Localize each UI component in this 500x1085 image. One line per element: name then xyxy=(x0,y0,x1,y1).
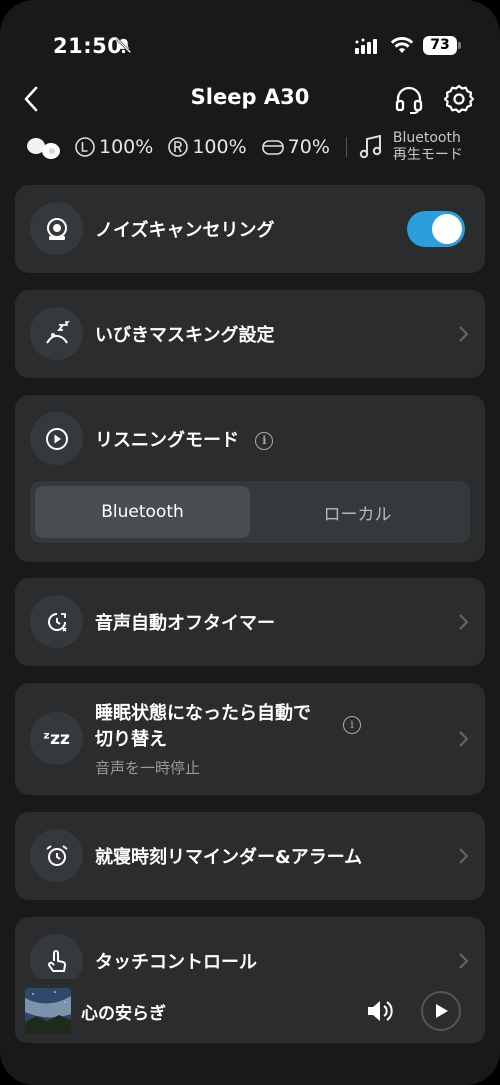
snore-masking-card[interactable]: いびきマスキング設定 xyxy=(15,290,485,378)
noise-cancel-glyph xyxy=(46,217,67,240)
earbuds-icon xyxy=(27,138,60,159)
left-earbud-icon xyxy=(75,137,95,157)
noise-cancel-toggle[interactable] xyxy=(407,211,465,247)
listening-mode-icon xyxy=(30,412,83,465)
info-icon[interactable]: i xyxy=(343,716,361,734)
audio-timer-card[interactable]: 音声自動オフタイマー xyxy=(15,578,485,666)
zzz-glyph: ᶻzz xyxy=(43,728,70,749)
audio-timer-label: 音声自動オフタイマー xyxy=(95,613,275,634)
toggle-knob xyxy=(432,214,462,244)
play-circle-glyph xyxy=(45,427,68,450)
status-bar: 21:50 73 xyxy=(0,0,500,80)
volume-icon[interactable] xyxy=(365,997,395,1025)
gear-icon[interactable] xyxy=(443,83,475,115)
sleep-switch-label: 睡眠状態になったら自動で 切り替え xyxy=(95,701,311,753)
alarm-clock-icon xyxy=(30,829,83,882)
touch-glyph xyxy=(47,949,66,972)
mode-line1: Bluetooth xyxy=(392,130,461,146)
track-title: 心の安らぎ xyxy=(81,1004,166,1024)
right-battery-value: 100% xyxy=(192,136,247,158)
sleep-switch-line2: 切り替え xyxy=(95,729,167,750)
info-icon[interactable]: i xyxy=(255,432,274,450)
mode-text: Bluetooth 再生モード xyxy=(393,130,463,164)
listening-mode-text: リスニングモード xyxy=(95,430,239,451)
mode-line2: 再生モード xyxy=(392,147,463,163)
device-status-row: 100% 100% 70% Bluetooth 再生モード xyxy=(24,128,482,166)
alarm-glyph xyxy=(45,844,68,866)
playback-mode: Bluetooth 再生モード xyxy=(359,130,463,164)
listening-mode-segment: Bluetooth ローカル xyxy=(30,481,470,543)
track-thumbnail xyxy=(25,988,71,1034)
snore-glyph xyxy=(45,320,70,344)
left-battery: 100% xyxy=(74,136,153,158)
sleep-switch-card[interactable]: ᶻzz 睡眠状態になったら自動で 切り替え i 音声を一時停止 xyxy=(15,683,485,795)
mini-player[interactable]: 心の安らぎ xyxy=(15,979,485,1043)
noise-cancel-label: ノイズキャンセリング xyxy=(95,220,275,241)
bedtime-reminder-card[interactable]: 就寝時刻リマインダー&アラーム xyxy=(15,812,485,900)
touch-control-label: タッチコントロール xyxy=(95,952,257,973)
sleep-switch-line1: 睡眠状態になったら自動で xyxy=(95,703,311,724)
night-sky-image xyxy=(25,988,71,1034)
timer-icon xyxy=(30,595,83,648)
right-earbud-icon xyxy=(168,137,189,157)
sleep-switch-sublabel: 音声を一時停止 xyxy=(95,759,201,777)
timer-glyph xyxy=(47,612,67,632)
chevron-right-icon xyxy=(459,953,469,969)
chevron-right-icon xyxy=(459,731,469,747)
play-button[interactable] xyxy=(421,991,461,1031)
chevron-right-icon xyxy=(459,848,469,864)
music-note-icon xyxy=(359,134,382,159)
bell-muted-icon xyxy=(115,37,132,54)
battery-indicator: 73 xyxy=(423,36,457,55)
chevron-right-icon xyxy=(459,614,469,630)
noise-cancel-icon xyxy=(30,202,83,255)
segment-local[interactable]: ローカル xyxy=(250,486,465,538)
snore-masking-icon xyxy=(30,307,83,360)
screen: 21:50 73 Sleep A30 100% 100% 70% Bluetoo… xyxy=(0,0,500,1085)
listening-mode-card: リスニングモード i Bluetooth ローカル xyxy=(15,395,485,562)
play-icon xyxy=(436,1004,448,1018)
battery-tip xyxy=(458,42,461,49)
page-title: Sleep A30 xyxy=(190,85,310,109)
snore-masking-label: いびきマスキング設定 xyxy=(95,325,275,346)
signal-icon xyxy=(355,38,377,54)
case-battery: 70% xyxy=(261,136,330,158)
chevron-right-icon xyxy=(459,326,469,342)
status-divider xyxy=(345,137,347,157)
noise-cancel-card: ノイズキャンセリング xyxy=(15,185,485,273)
bedtime-reminder-label: 就寝時刻リマインダー&アラーム xyxy=(95,847,363,868)
segment-bluetooth[interactable]: Bluetooth xyxy=(35,486,250,538)
case-battery-value: 70% xyxy=(287,136,330,158)
headphones-icon[interactable] xyxy=(393,83,425,115)
status-time: 21:50 xyxy=(53,34,123,58)
zzz-icon: ᶻzz xyxy=(30,712,83,765)
listening-mode-label: リスニングモード i xyxy=(95,426,274,452)
wifi-icon xyxy=(390,36,414,53)
left-battery-value: 100% xyxy=(99,136,154,158)
charging-case-icon xyxy=(261,140,284,155)
right-battery: 100% xyxy=(167,136,247,158)
